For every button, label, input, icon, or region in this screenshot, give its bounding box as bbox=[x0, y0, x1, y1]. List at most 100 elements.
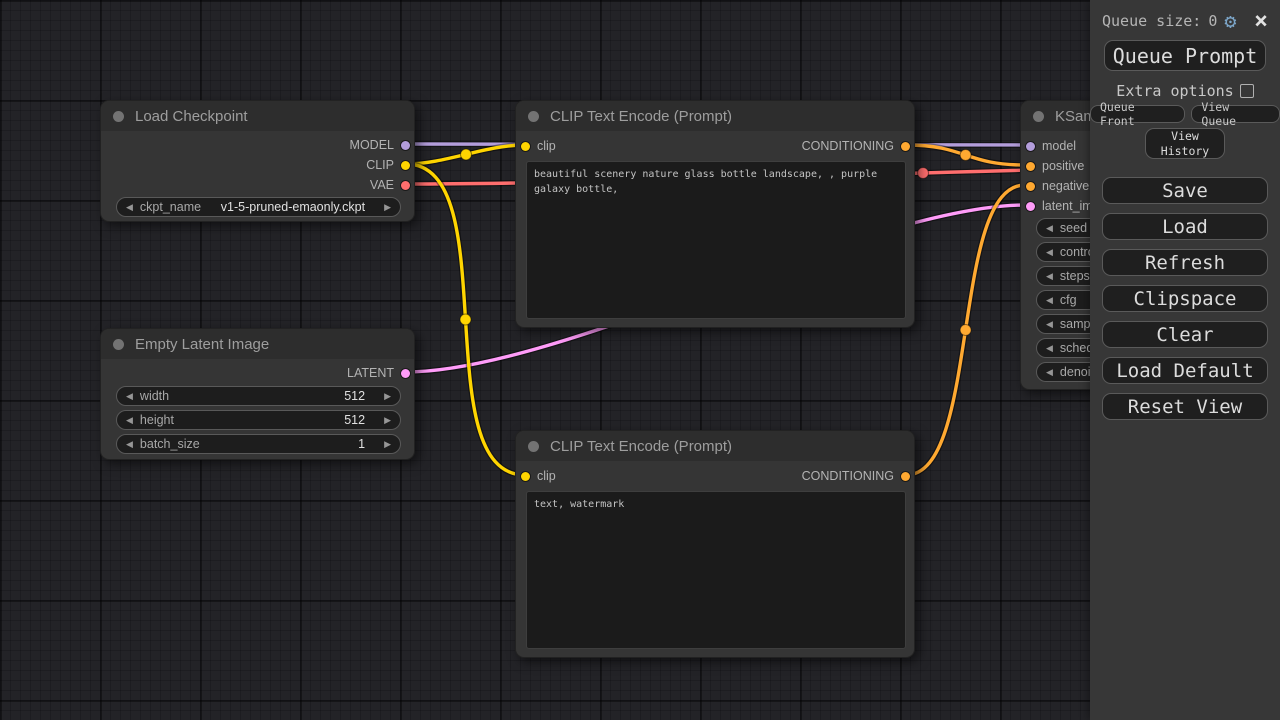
slot-label: LATENT bbox=[347, 366, 394, 380]
conditioning-slot-dot[interactable] bbox=[1026, 182, 1035, 191]
conditioning-slot-dot[interactable] bbox=[1026, 162, 1035, 171]
decrement-arrow-icon[interactable]: ◀ bbox=[126, 440, 133, 449]
conditioning-slot-dot[interactable] bbox=[901, 472, 910, 481]
slot-label: CLIP bbox=[366, 158, 394, 172]
model-slot-dot[interactable] bbox=[401, 141, 410, 150]
widget-value: 1 bbox=[358, 437, 365, 451]
widget-label: cfg bbox=[1060, 293, 1077, 307]
slot-label: clip bbox=[537, 139, 556, 153]
input-slot-model[interactable]: model bbox=[1026, 136, 1076, 156]
prompt-text-input[interactable]: text, watermark bbox=[526, 491, 906, 649]
node-title-bar[interactable]: Load Checkpoint bbox=[101, 101, 414, 131]
link-dot-clip-bottom[interactable] bbox=[460, 314, 471, 325]
slot-label: MODEL bbox=[350, 138, 394, 152]
extra-options-checkbox[interactable] bbox=[1240, 84, 1254, 98]
node-title-bar[interactable]: CLIP Text Encode (Prompt) bbox=[516, 431, 914, 461]
node-title: Empty Latent Image bbox=[135, 336, 269, 353]
decrement-arrow-icon[interactable]: ◀ bbox=[1046, 344, 1053, 353]
output-slot-conditioning[interactable]: CONDITIONING bbox=[802, 136, 910, 156]
link-dot-vae[interactable] bbox=[918, 168, 929, 179]
collapse-dot-icon[interactable] bbox=[1033, 111, 1044, 122]
graph-canvas[interactable]: Load Checkpoint MODEL CLIP VAE ◀ ckpt_na… bbox=[0, 0, 1280, 720]
widget-label: batch_size bbox=[140, 437, 200, 451]
increment-arrow-icon[interactable]: ▶ bbox=[384, 392, 391, 401]
clip-slot-dot[interactable] bbox=[521, 142, 530, 151]
collapse-dot-icon[interactable] bbox=[528, 111, 539, 122]
widget-height[interactable]: ◀ height 512 ▶ bbox=[116, 410, 401, 430]
node-clip-text-encode-positive[interactable]: CLIP Text Encode (Prompt) clip CONDITION… bbox=[515, 100, 915, 328]
increment-arrow-icon[interactable]: ▶ bbox=[384, 440, 391, 449]
slot-label: negative bbox=[1042, 179, 1089, 193]
decrement-arrow-icon[interactable]: ◀ bbox=[1046, 368, 1053, 377]
node-clip-text-encode-negative[interactable]: CLIP Text Encode (Prompt) clip CONDITION… bbox=[515, 430, 915, 658]
queue-size-label: Queue size: bbox=[1102, 12, 1201, 30]
slot-label: model bbox=[1042, 139, 1076, 153]
widget-ckpt-name[interactable]: ◀ ckpt_name v1-5-pruned-emaonly.ckpt ▶ bbox=[116, 197, 401, 217]
input-slot-positive[interactable]: positive bbox=[1026, 156, 1084, 176]
view-history-button[interactable]: View History bbox=[1145, 128, 1225, 159]
output-slot-vae[interactable]: VAE bbox=[370, 175, 410, 195]
node-title: Load Checkpoint bbox=[135, 108, 248, 125]
clip-slot-dot[interactable] bbox=[401, 161, 410, 170]
refresh-button[interactable]: Refresh bbox=[1102, 249, 1268, 276]
node-load-checkpoint[interactable]: Load Checkpoint MODEL CLIP VAE ◀ ckpt_na… bbox=[100, 100, 415, 222]
settings-gear-icon[interactable]: ⚙ bbox=[1224, 11, 1236, 31]
input-slot-negative[interactable]: negative bbox=[1026, 176, 1089, 196]
latent-slot-dot[interactable] bbox=[1026, 202, 1035, 211]
widget-label: width bbox=[140, 389, 169, 403]
slot-label: positive bbox=[1042, 159, 1084, 173]
node-title-bar[interactable]: CLIP Text Encode (Prompt) bbox=[516, 101, 914, 131]
link-dot-clip-top[interactable] bbox=[461, 149, 472, 160]
link-dot-negative[interactable] bbox=[960, 325, 971, 336]
output-slot-clip[interactable]: CLIP bbox=[366, 155, 410, 175]
queue-front-button[interactable]: Queue Front bbox=[1090, 105, 1185, 123]
load-button[interactable]: Load bbox=[1102, 213, 1268, 240]
node-title: CLIP Text Encode (Prompt) bbox=[550, 108, 732, 125]
queue-size-header: Queue size: 0 ⚙ × bbox=[1090, 8, 1280, 34]
input-slot-clip[interactable]: clip bbox=[521, 136, 556, 156]
output-slot-latent[interactable]: LATENT bbox=[347, 363, 410, 383]
decrement-arrow-icon[interactable]: ◀ bbox=[1046, 224, 1053, 233]
input-slot-clip[interactable]: clip bbox=[521, 466, 556, 486]
model-slot-dot[interactable] bbox=[1026, 142, 1035, 151]
conditioning-slot-dot[interactable] bbox=[901, 142, 910, 151]
increment-arrow-icon[interactable]: ▶ bbox=[384, 416, 391, 425]
collapse-dot-icon[interactable] bbox=[113, 111, 124, 122]
decrement-arrow-icon[interactable]: ◀ bbox=[126, 203, 133, 212]
decrement-arrow-icon[interactable]: ◀ bbox=[1046, 272, 1053, 281]
load-default-button[interactable]: Load Default bbox=[1102, 357, 1268, 384]
clipspace-button[interactable]: Clipspace bbox=[1102, 285, 1268, 312]
widget-batch-size[interactable]: ◀ batch_size 1 ▶ bbox=[116, 434, 401, 454]
close-icon[interactable]: × bbox=[1254, 10, 1268, 33]
node-empty-latent-image[interactable]: Empty Latent Image LATENT ◀ width 512 ▶ … bbox=[100, 328, 415, 460]
latent-slot-dot[interactable] bbox=[401, 369, 410, 378]
decrement-arrow-icon[interactable]: ◀ bbox=[126, 392, 133, 401]
link-dot-positive[interactable] bbox=[960, 150, 971, 161]
menu-button-stack: Save Load Refresh Clipspace Clear Load D… bbox=[1090, 177, 1280, 420]
decrement-arrow-icon[interactable]: ◀ bbox=[126, 416, 133, 425]
output-slot-model[interactable]: MODEL bbox=[350, 135, 410, 155]
collapse-dot-icon[interactable] bbox=[528, 441, 539, 452]
slot-label: CONDITIONING bbox=[802, 469, 894, 483]
increment-arrow-icon[interactable]: ▶ bbox=[384, 203, 391, 212]
decrement-arrow-icon[interactable]: ◀ bbox=[1046, 248, 1053, 257]
widget-value: v1-5-pruned-emaonly.ckpt bbox=[221, 200, 365, 214]
slot-label: CONDITIONING bbox=[802, 139, 894, 153]
clear-button[interactable]: Clear bbox=[1102, 321, 1268, 348]
prompt-text-input[interactable]: beautiful scenery nature glass bottle la… bbox=[526, 161, 906, 319]
decrement-arrow-icon[interactable]: ◀ bbox=[1046, 320, 1053, 329]
collapse-dot-icon[interactable] bbox=[113, 339, 124, 350]
view-queue-button[interactable]: View Queue bbox=[1191, 105, 1280, 123]
widget-width[interactable]: ◀ width 512 ▶ bbox=[116, 386, 401, 406]
node-title-bar[interactable]: Empty Latent Image bbox=[101, 329, 414, 359]
node-title: CLIP Text Encode (Prompt) bbox=[550, 438, 732, 455]
decrement-arrow-icon[interactable]: ◀ bbox=[1046, 296, 1053, 305]
widget-label: seed bbox=[1060, 221, 1087, 235]
menu-panel: Queue size: 0 ⚙ × Queue Prompt Extra opt… bbox=[1090, 0, 1280, 720]
queue-prompt-button[interactable]: Queue Prompt bbox=[1104, 40, 1266, 71]
output-slot-conditioning[interactable]: CONDITIONING bbox=[802, 466, 910, 486]
vae-slot-dot[interactable] bbox=[401, 181, 410, 190]
reset-view-button[interactable]: Reset View bbox=[1102, 393, 1268, 420]
save-button[interactable]: Save bbox=[1102, 177, 1268, 204]
clip-slot-dot[interactable] bbox=[521, 472, 530, 481]
